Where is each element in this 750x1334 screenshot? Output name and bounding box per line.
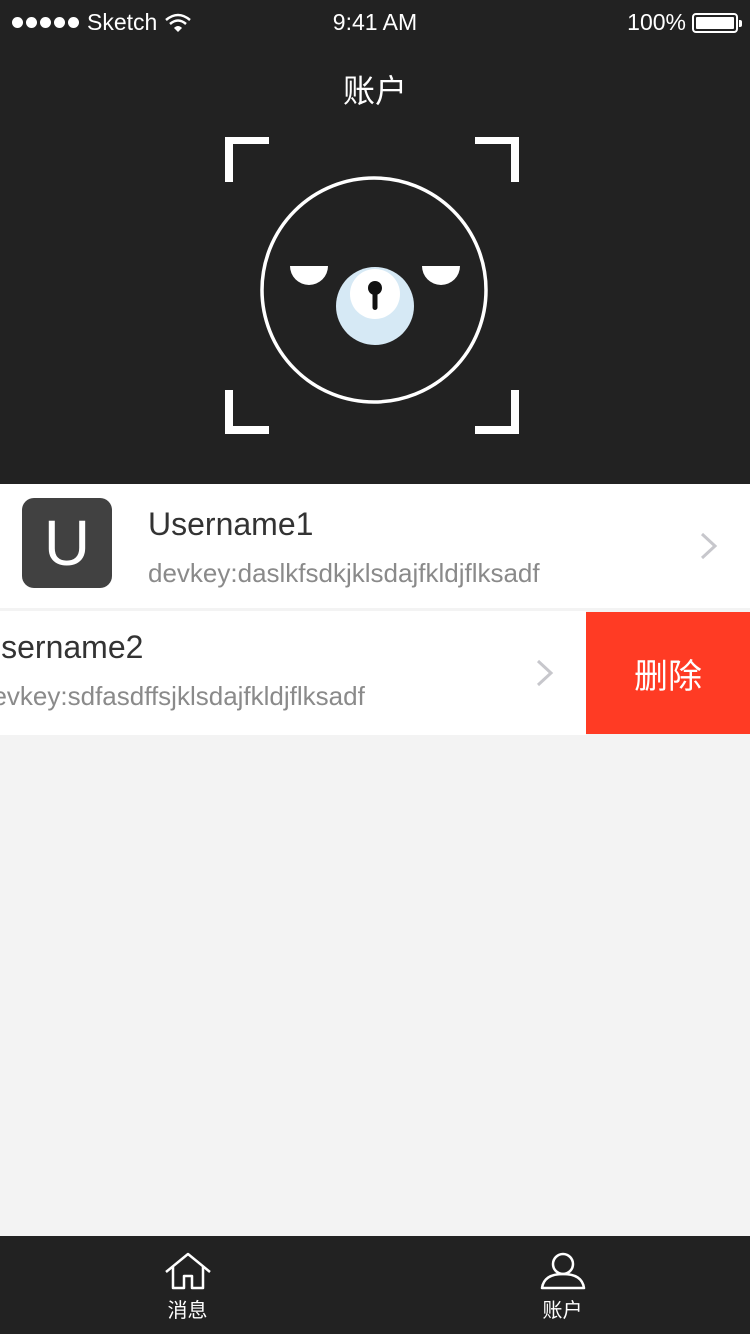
page-title: 账户 <box>342 73 407 109</box>
user-icon <box>540 1252 585 1290</box>
username: Username1 <box>148 506 314 542</box>
username: Username2 <box>0 629 144 665</box>
chevron-right-icon <box>700 532 718 560</box>
chevron-right-icon <box>536 659 554 687</box>
tab-messages[interactable]: 消息 <box>0 1236 375 1334</box>
account-header: 账户 <box>0 44 750 484</box>
delete-button[interactable]: 删除 <box>586 612 750 734</box>
devkey-text: devkey:daslkfsdkjklsdajfkldjflksadf <box>148 558 540 588</box>
account-row[interactable]: U Username1 devkey:daslkfsdkjklsdajfkldj… <box>0 484 750 608</box>
battery-percent: 100% <box>627 9 686 35</box>
status-bar: Sketch 9:41 AM 100% <box>0 0 750 44</box>
tab-bar: 消息 账户 <box>0 1236 750 1334</box>
tab-account[interactable]: 账户 <box>375 1236 750 1334</box>
scan-corner-top-right <box>475 137 519 182</box>
home-icon <box>164 1252 211 1290</box>
account-row[interactable]: Username2 devkey:sdfasdffsjklsdajfkldjfl… <box>0 611 586 735</box>
avatar: U <box>22 498 112 588</box>
tab-label: 消息 <box>167 1300 208 1322</box>
status-right: 100% <box>627 9 742 36</box>
left-eye <box>290 266 328 285</box>
scan-corner-top-left <box>225 137 269 182</box>
scan-corner-bottom-left <box>225 390 269 434</box>
devkey-text: devkey:sdfasdffsjklsdajfkldjflksadf <box>0 681 365 711</box>
battery-icon <box>692 12 742 33</box>
right-eye <box>422 266 460 285</box>
scan-corner-bottom-right <box>475 390 519 434</box>
tab-label: 账户 <box>542 1300 583 1322</box>
scan-avatar-illustration <box>225 137 519 434</box>
